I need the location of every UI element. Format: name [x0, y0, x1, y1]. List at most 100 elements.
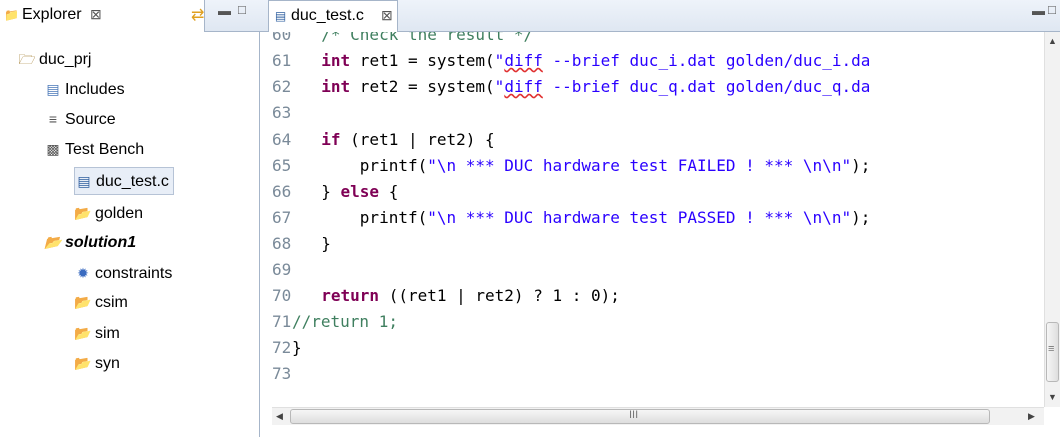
- solution-folder-icon: 📂: [44, 234, 62, 250]
- code-line: 61 int ret1 = system("diff --brief duc_i…: [272, 48, 870, 74]
- line-number: 60: [272, 32, 292, 44]
- code-line: 67 printf("\n *** DUC hardware test PASS…: [272, 205, 870, 231]
- tree-item-label: Includes: [65, 81, 125, 98]
- includes-icon: ▤: [46, 81, 60, 97]
- scroll-grip: ≡: [1048, 343, 1055, 355]
- horizontal-scroll-thumb[interactable]: III: [290, 409, 990, 424]
- line-number: 72: [272, 338, 292, 357]
- tree-item-label: syn: [95, 355, 120, 372]
- horizontal-scrollbar[interactable]: ◀ III ▶: [272, 407, 1044, 425]
- line-number: 71: [272, 312, 292, 331]
- tree-item-label: duc_test.c: [96, 173, 169, 190]
- scroll-grip: III: [629, 409, 639, 421]
- c-file-icon: ▤: [274, 9, 287, 23]
- code-text: ((ret1 | ret2) ? 1 : 0);: [379, 286, 620, 305]
- maximize-icon[interactable]: □: [1048, 2, 1057, 17]
- explorer-panel: 📁 Explorer ⊠ ⇄ ▬ □ 🗁 duc_prj ▤ Includes ≡ S…: [0, 0, 260, 437]
- line-number: 62: [272, 77, 292, 96]
- explorer-icon: 📁: [4, 8, 19, 22]
- editor-tab-label: duc_test.c: [291, 7, 364, 24]
- string-literal: ": [494, 77, 505, 96]
- code-line: 69: [272, 257, 302, 283]
- string-literal: "\n *** DUC hardware test FAILED ! *** \…: [427, 156, 852, 175]
- code-text: }: [321, 182, 341, 201]
- scroll-right-icon[interactable]: ▶: [1028, 411, 1035, 422]
- tree-item-duc-prj[interactable]: 🗁 duc_prj: [18, 46, 91, 72]
- spelling-warning-text: diff: [504, 51, 543, 70]
- link-with-editor-icon[interactable]: ⇄: [191, 5, 204, 25]
- code-line: 65 printf("\n *** DUC hardware test FAIL…: [272, 153, 870, 179]
- code-line: 66 } else {: [272, 179, 398, 205]
- constraints-icon: ✹: [77, 265, 89, 281]
- tree-item-golden[interactable]: 📂 golden: [74, 200, 143, 226]
- line-number: 70: [272, 286, 292, 305]
- tree-item-label: Source: [65, 111, 116, 128]
- string-literal: "\n *** DUC hardware test PASSED ! *** \…: [427, 208, 852, 227]
- line-number: 61: [272, 51, 292, 70]
- editor-tab-duc-test-c[interactable]: ▤ duc_test.c ⊠: [268, 0, 398, 32]
- tree-item-solution1[interactable]: 📂 solution1: [44, 229, 136, 255]
- line-number: 63: [272, 103, 292, 122]
- minimize-icon[interactable]: ▬: [1032, 3, 1046, 18]
- vertical-scroll-thumb[interactable]: ≡: [1046, 322, 1059, 382]
- code-text: }: [292, 338, 302, 357]
- tree-item-includes[interactable]: ▤ Includes: [44, 76, 125, 102]
- string-literal: ": [494, 51, 505, 70]
- close-icon[interactable]: ⊠: [90, 6, 102, 23]
- code-editor[interactable]: 60 /* Check the result */ 61 int ret1 = …: [272, 32, 1044, 407]
- vertical-scrollbar[interactable]: ▲ ≡ ▼: [1044, 32, 1060, 407]
- folder-icon: 📂: [74, 294, 92, 310]
- code-text: ret2 = system(: [350, 77, 495, 96]
- tree-item-label: constraints: [95, 265, 173, 282]
- code-text: }: [321, 234, 331, 253]
- line-number: 66: [272, 182, 292, 201]
- close-icon[interactable]: ⊠: [381, 7, 393, 24]
- tree-item-source[interactable]: ≡ Source: [44, 106, 116, 132]
- maximize-icon[interactable]: □: [238, 2, 247, 17]
- folder-icon: 📂: [74, 325, 92, 341]
- code-line: 62 int ret2 = system("diff --brief duc_q…: [272, 74, 870, 100]
- code-text: printf(: [359, 208, 428, 227]
- tree-item-label: Test Bench: [65, 141, 145, 158]
- keyword: return: [321, 286, 380, 305]
- scroll-down-icon[interactable]: ▼: [1048, 392, 1057, 402]
- code-text: ret1 = system(: [350, 51, 495, 70]
- tree-item-syn[interactable]: 📂 syn: [74, 350, 120, 376]
- code-line: 63: [272, 100, 302, 126]
- line-number: 68: [272, 234, 292, 253]
- code-line: 71//return 1;: [272, 309, 398, 335]
- code-line: 73: [272, 361, 302, 387]
- tree-item-test-bench[interactable]: ▩ Test Bench: [44, 136, 144, 162]
- tree-item-duc-test-c[interactable]: ▤ duc_test.c: [74, 167, 174, 195]
- editor-panel: ▤ duc_test.c ⊠ ▬ □ 60 /* Check the resul…: [260, 0, 1060, 437]
- keyword: int: [321, 51, 351, 70]
- line-number: 65: [272, 156, 292, 175]
- folder-icon: 📂: [74, 355, 92, 371]
- folder-icon: 📂: [74, 205, 92, 221]
- tree-item-constraints[interactable]: ✹ constraints: [74, 260, 172, 286]
- code-text: {: [379, 182, 399, 201]
- keyword: else: [340, 182, 380, 201]
- keyword: if: [321, 130, 341, 149]
- line-number: 73: [272, 364, 292, 383]
- scroll-up-icon[interactable]: ▲: [1048, 36, 1057, 46]
- spelling-warning-text: diff: [504, 77, 543, 96]
- tree-item-sim[interactable]: 📂 sim: [74, 320, 120, 346]
- code-comment: //return 1;: [292, 312, 398, 331]
- c-file-icon: ▤: [77, 173, 91, 189]
- string-literal: --brief duc_q.dat golden/duc_q.da: [542, 77, 871, 96]
- editor-tab-bar: ▤ duc_test.c ⊠ ▬ □: [260, 0, 1060, 32]
- source-icon: ≡: [48, 111, 58, 127]
- tree-item-csim[interactable]: 📂 csim: [74, 289, 128, 315]
- tree-item-label: duc_prj: [39, 51, 92, 68]
- string-literal: --brief duc_i.dat golden/duc_i.da: [542, 51, 871, 70]
- explorer-tab[interactable]: 📁 Explorer ⊠ ⇄: [0, 0, 205, 32]
- tree-item-label: csim: [95, 294, 128, 311]
- tree-item-label: sim: [95, 325, 120, 342]
- code-line: 60 /* Check the result */: [272, 32, 533, 48]
- line-number: 64: [272, 130, 292, 149]
- tree-item-label: solution1: [65, 234, 137, 251]
- minimize-icon[interactable]: ▬: [218, 3, 232, 18]
- scroll-left-icon[interactable]: ◀: [276, 411, 283, 422]
- code-comment: /* Check the result */: [321, 32, 534, 44]
